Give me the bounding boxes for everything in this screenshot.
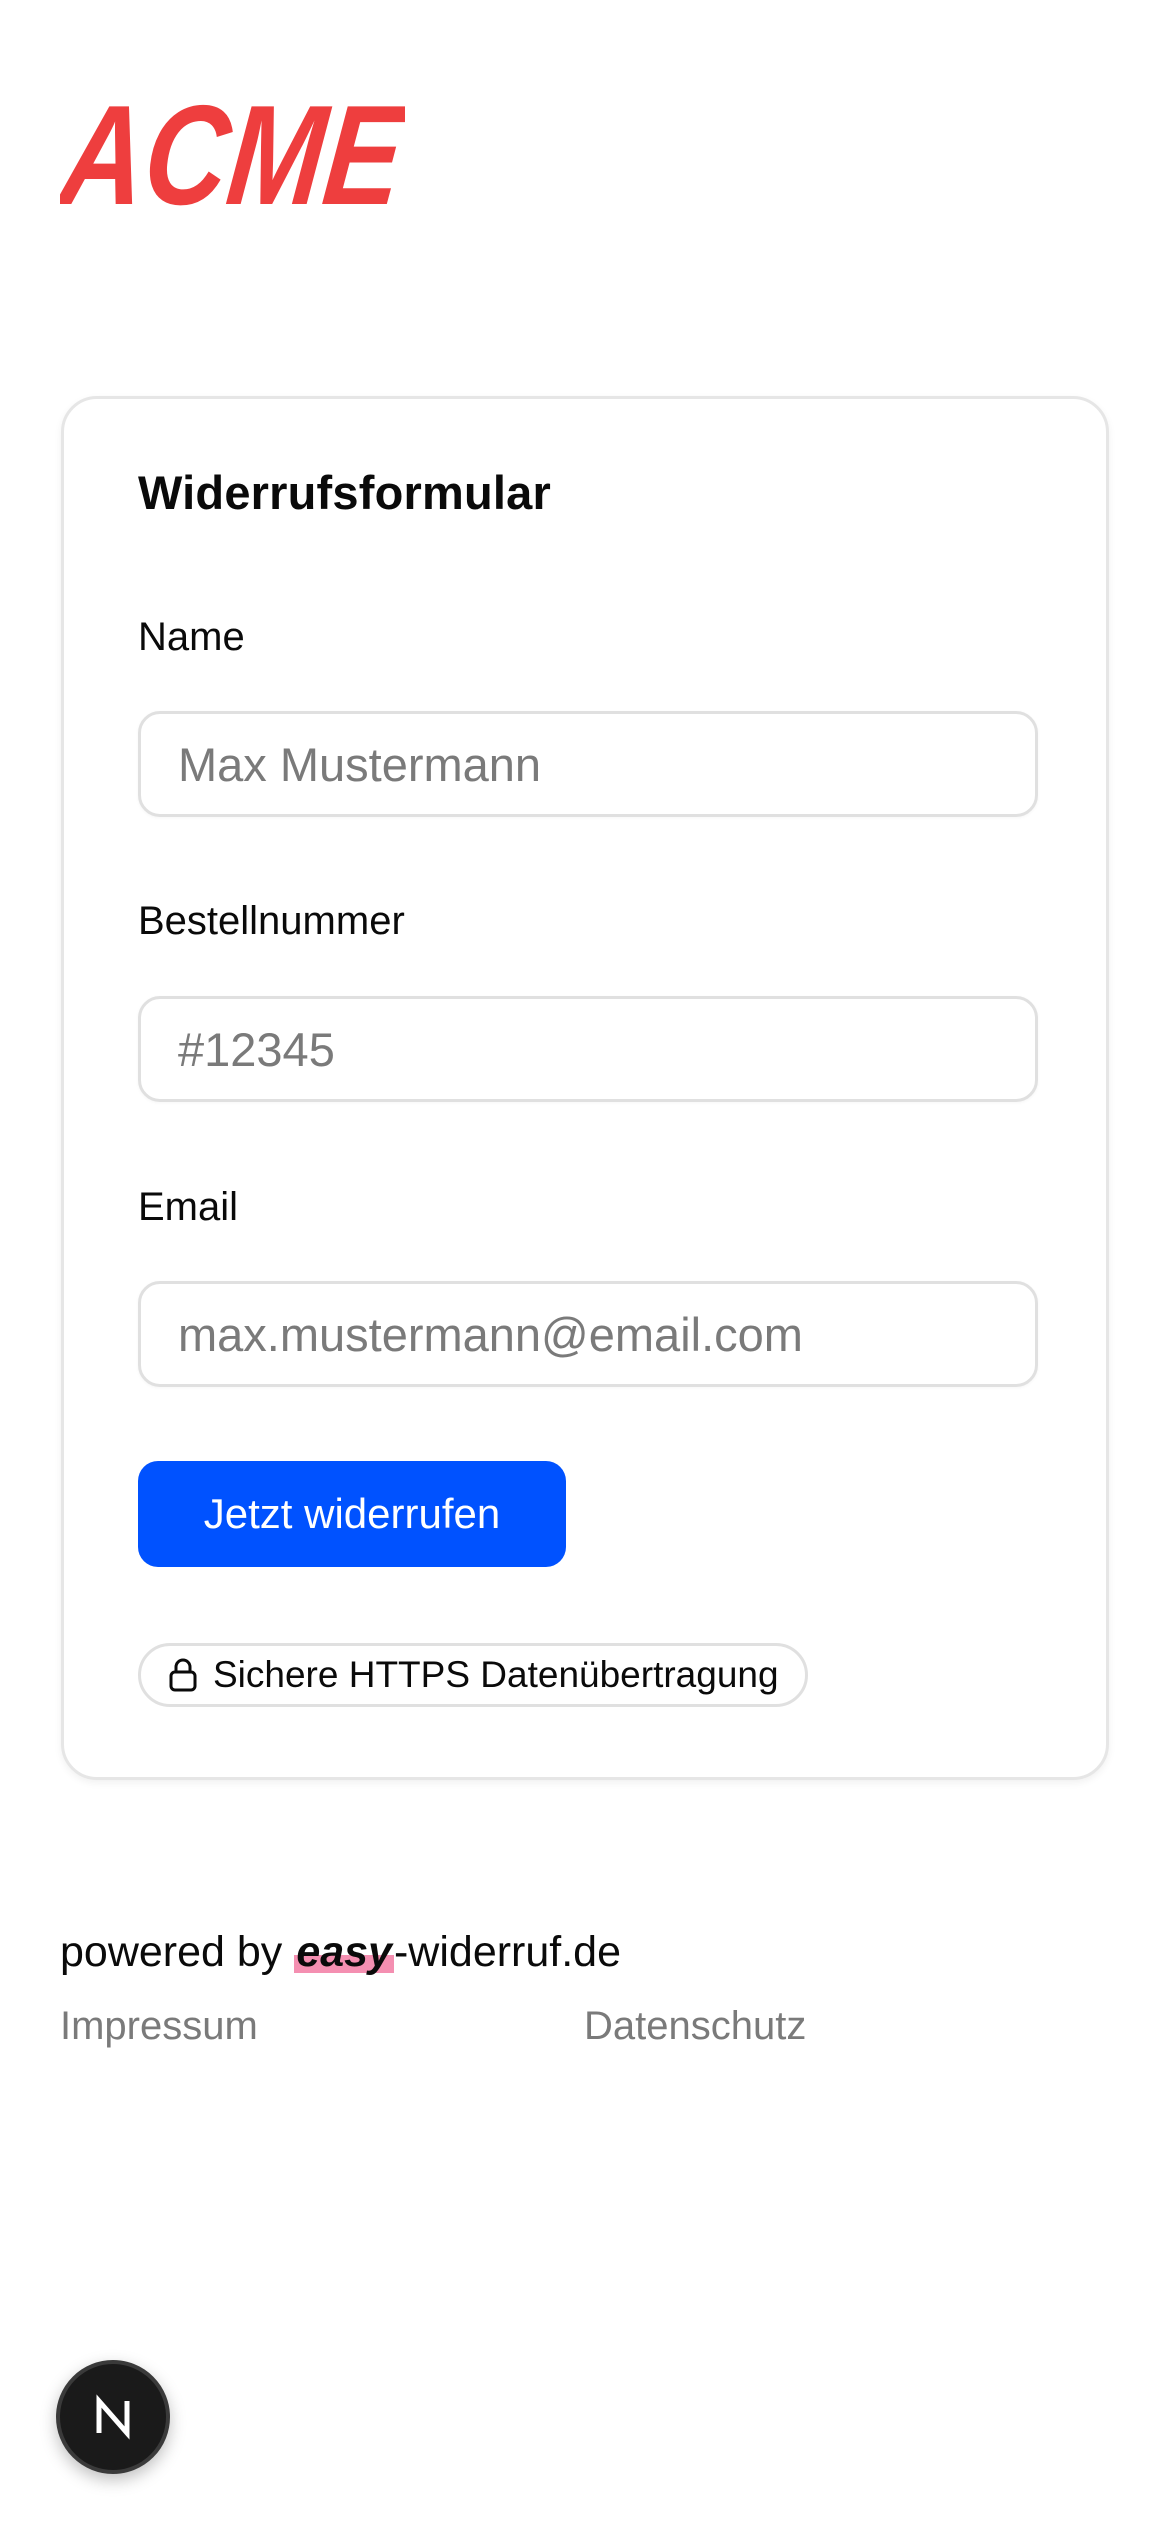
email-label: Email	[138, 1185, 239, 1229]
lock-icon	[169, 1658, 197, 1692]
powered-prefix: powered by	[60, 1928, 283, 1976]
acme-logo: ACME	[60, 100, 405, 210]
https-badge-text: Sichere HTTPS Datenübertragung	[213, 1654, 779, 1695]
datenschutz-link[interactable]: Datenschutz	[584, 2004, 806, 2049]
page: ACME Widerrufsformular Name Bestellnumme…	[0, 0, 1170, 2532]
withdrawal-form-card: Widerrufsformular Name Bestellnummer Ema…	[61, 396, 1109, 1780]
nextjs-n-icon	[96, 2394, 130, 2440]
powered-brand-easy: easy	[294, 1928, 394, 1977]
form-title: Widerrufsformular	[138, 466, 551, 519]
nextjs-dev-badge[interactable]	[56, 2360, 170, 2474]
order-number-label: Bestellnummer	[138, 899, 405, 943]
svg-text:ACME: ACME	[60, 100, 405, 210]
order-number-input[interactable]	[138, 996, 1038, 1102]
email-input[interactable]	[138, 1281, 1038, 1387]
https-badge: Sichere HTTPS Datenübertragung	[138, 1643, 808, 1707]
name-input[interactable]	[138, 711, 1038, 817]
powered-by: powered by easy -widerruf.de	[60, 1928, 621, 1977]
submit-withdrawal-button[interactable]: Jetzt widerrufen	[138, 1461, 566, 1567]
name-label: Name	[138, 615, 245, 659]
powered-suffix: -widerruf.de	[393, 1928, 622, 1976]
impressum-link[interactable]: Impressum	[60, 2004, 258, 2049]
